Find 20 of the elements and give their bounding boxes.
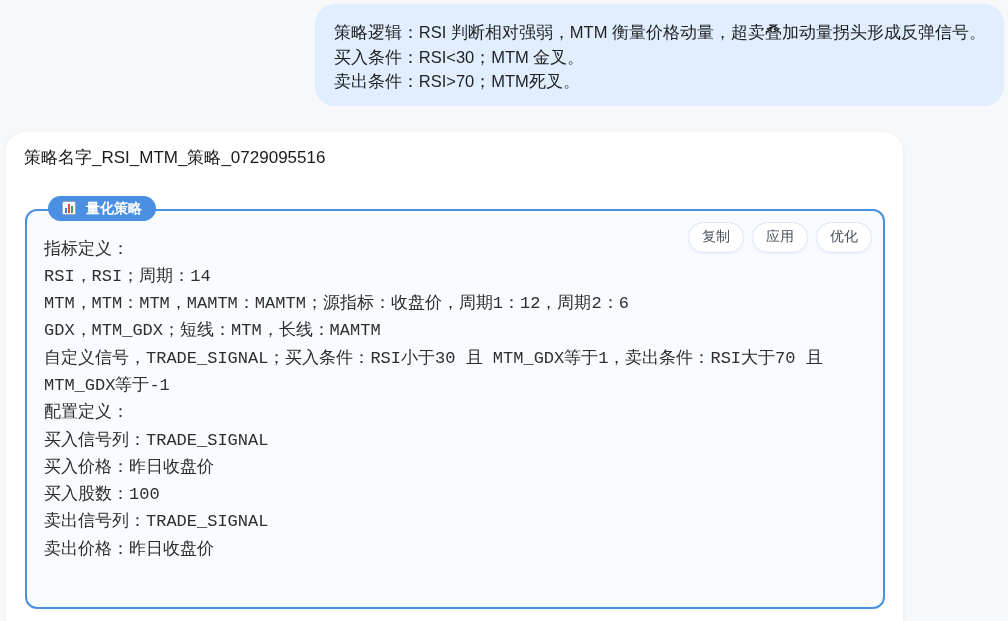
strategy-line: MTM，MTM：MTM，MAMTM：MAMTM；源指标：收盘价，周期1：12，周期2：6 (44, 293, 629, 316)
message-text: 策略逻辑：RSI 判断相对强弱，MTM 衡量价格动量，超卖叠加动量拐头形成反弹信号。 (333, 22, 986, 43)
message-text: 卖出条件：RSI>70；MTM死叉。 (333, 71, 580, 92)
strategy-line: 配置定义： (44, 401, 129, 425)
strategy-line: 指标定义： (44, 238, 129, 261)
strategy-line: 买入价格：昨日收盘价 (44, 456, 214, 479)
strategy-line: 卖出信号列：TRADE_SIGNAL (44, 511, 269, 534)
strategy-line: 自定义信号，TRADE_SIGNAL；买入条件：RSI小于30 且 MTM_GDX等于1，卖出条件：RSI大于70 且 MTM_GDX等于-1 (44, 347, 824, 397)
action-button[interactable]: 复制 (688, 221, 744, 253)
action-button[interactable]: 应用 (752, 221, 808, 253)
strategy-title: 策略名字_RSI_MTM_策略_0729095516 (24, 146, 326, 169)
message-text: 买入条件：RSI<30；MTM 金叉。 (333, 46, 585, 68)
strategy-line: 买入信号列：TRADE_SIGNAL (44, 429, 269, 452)
strategy-line: 卖出价格：昨日收盘价 (44, 538, 214, 561)
strategy-line: GDX，MTM_GDX；短线：MTM，长线：MAMTM (44, 320, 381, 343)
strategy-line: RSI，RSI；周期：14 (44, 265, 211, 288)
strategy-line: 买入股数：100 (44, 484, 160, 507)
bar-chart-icon (62, 201, 76, 215)
badge-label: 量化策略 (86, 199, 142, 217)
action-button[interactable]: 优化 (816, 221, 872, 253)
